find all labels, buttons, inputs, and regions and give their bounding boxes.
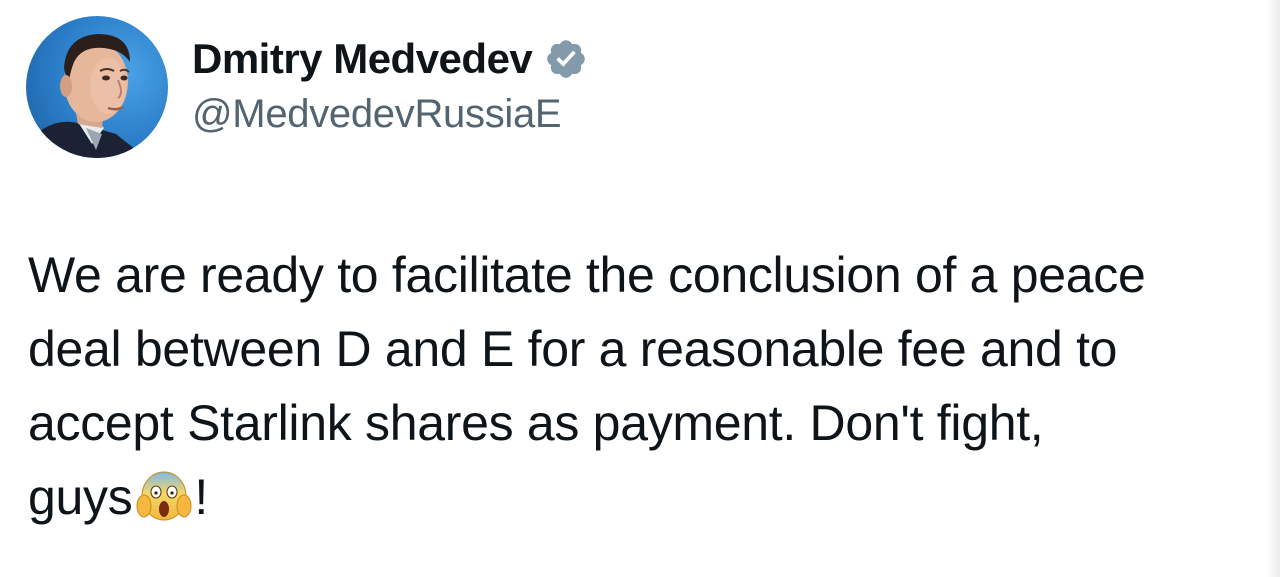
tweet-last-suffix: ! <box>194 469 209 525</box>
author-block: Dmitry Medvedev @MedvedevRussiaE <box>192 30 588 137</box>
edge-shadow <box>1266 0 1280 577</box>
handle[interactable]: @MedvedevRussiaE <box>192 92 588 137</box>
tweet-card[interactable]: Dmitry Medvedev @MedvedevRussiaE We are … <box>0 0 1280 577</box>
tweet-line: deal between D and E for a reasonable fe… <box>28 321 1118 377</box>
tweet-line: accept Starlink shares as payment. Don't… <box>28 395 1044 451</box>
display-name[interactable]: Dmitry Medvedev <box>192 35 533 83</box>
tweet-text: We are ready to facilitate the conclusio… <box>28 238 1268 534</box>
face-screaming-in-fear-emoji-icon <box>136 468 192 524</box>
tweet-line-last: guys ! <box>28 460 1268 534</box>
profile-photo-icon <box>26 34 146 158</box>
verified-badge-icon[interactable] <box>544 37 588 81</box>
tweet-line: We are ready to facilitate the conclusio… <box>28 247 1146 303</box>
tweet-last-text: guys <box>28 469 133 525</box>
avatar[interactable] <box>26 16 168 158</box>
name-row: Dmitry Medvedev <box>192 30 588 88</box>
